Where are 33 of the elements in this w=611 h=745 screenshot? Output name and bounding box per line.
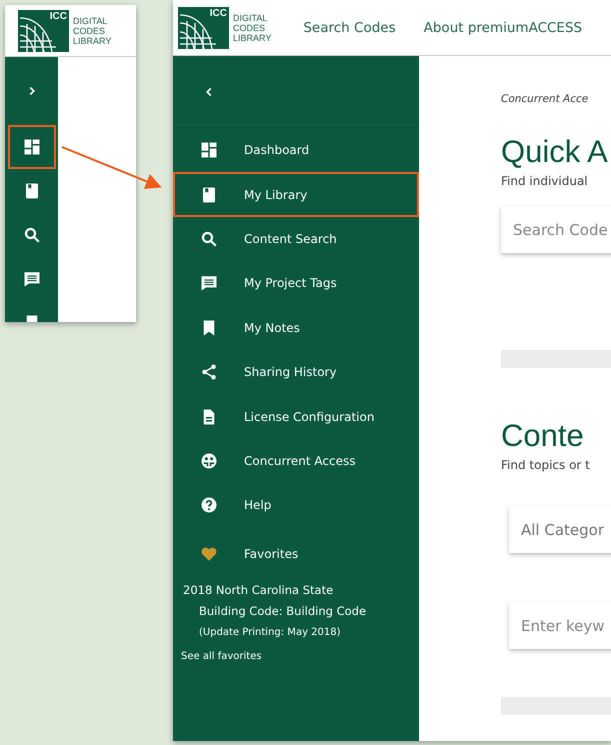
sidebar-item[interactable]: License Configuration <box>173 394 419 439</box>
dashboard-icon <box>200 141 218 160</box>
sidebar-item[interactable]: Favorites <box>173 528 419 580</box>
search-field[interactable]: Search Code <box>501 206 611 253</box>
sidebar-item[interactable]: My Library <box>173 172 419 217</box>
search-icon <box>22 226 40 244</box>
chat-icon <box>200 274 218 292</box>
sidebar-item[interactable]: Content Search <box>173 216 419 262</box>
sidebar-item[interactable]: Help <box>173 483 419 528</box>
section-heading: Quick A <box>501 134 609 170</box>
people-circle-icon <box>200 452 218 470</box>
section-heading: Conte <box>501 418 585 454</box>
sidebar-item[interactable]: My Notes <box>173 306 419 350</box>
favorite-link[interactable]: 2018 North Carolina State Building Code: Building Code (Update Printing: May 2018) <box>173 580 419 643</box>
heart-icon <box>200 544 218 563</box>
help-icon <box>200 496 218 514</box>
see-all-favorites-link[interactable]: See all favorites <box>173 650 419 662</box>
breadcrumb: Concurrent Acce <box>501 93 590 105</box>
keyword-field[interactable]: Enter keyw <box>509 602 611 649</box>
sidebar-item[interactable] <box>8 125 56 169</box>
category-dropdown[interactable]: All Categor <box>509 506 611 553</box>
sidebar-item[interactable]: Concurrent Access <box>173 438 419 484</box>
section-description: Find topics or t <box>501 458 591 472</box>
search-icon <box>200 230 218 248</box>
nav-link[interactable]: About premiumACCESS <box>424 20 582 36</box>
section-description: Find individual <box>501 174 589 188</box>
share-icon <box>200 363 218 382</box>
nav-link[interactable]: Search Codes <box>303 20 396 36</box>
sidebar-item[interactable]: Sharing History <box>173 350 419 394</box>
sidebar-item[interactable]: Dashboard <box>173 128 419 172</box>
sidebar-item[interactable]: My Project Tags <box>173 261 419 306</box>
dashboard-icon <box>22 138 40 156</box>
chat-icon <box>22 270 40 288</box>
